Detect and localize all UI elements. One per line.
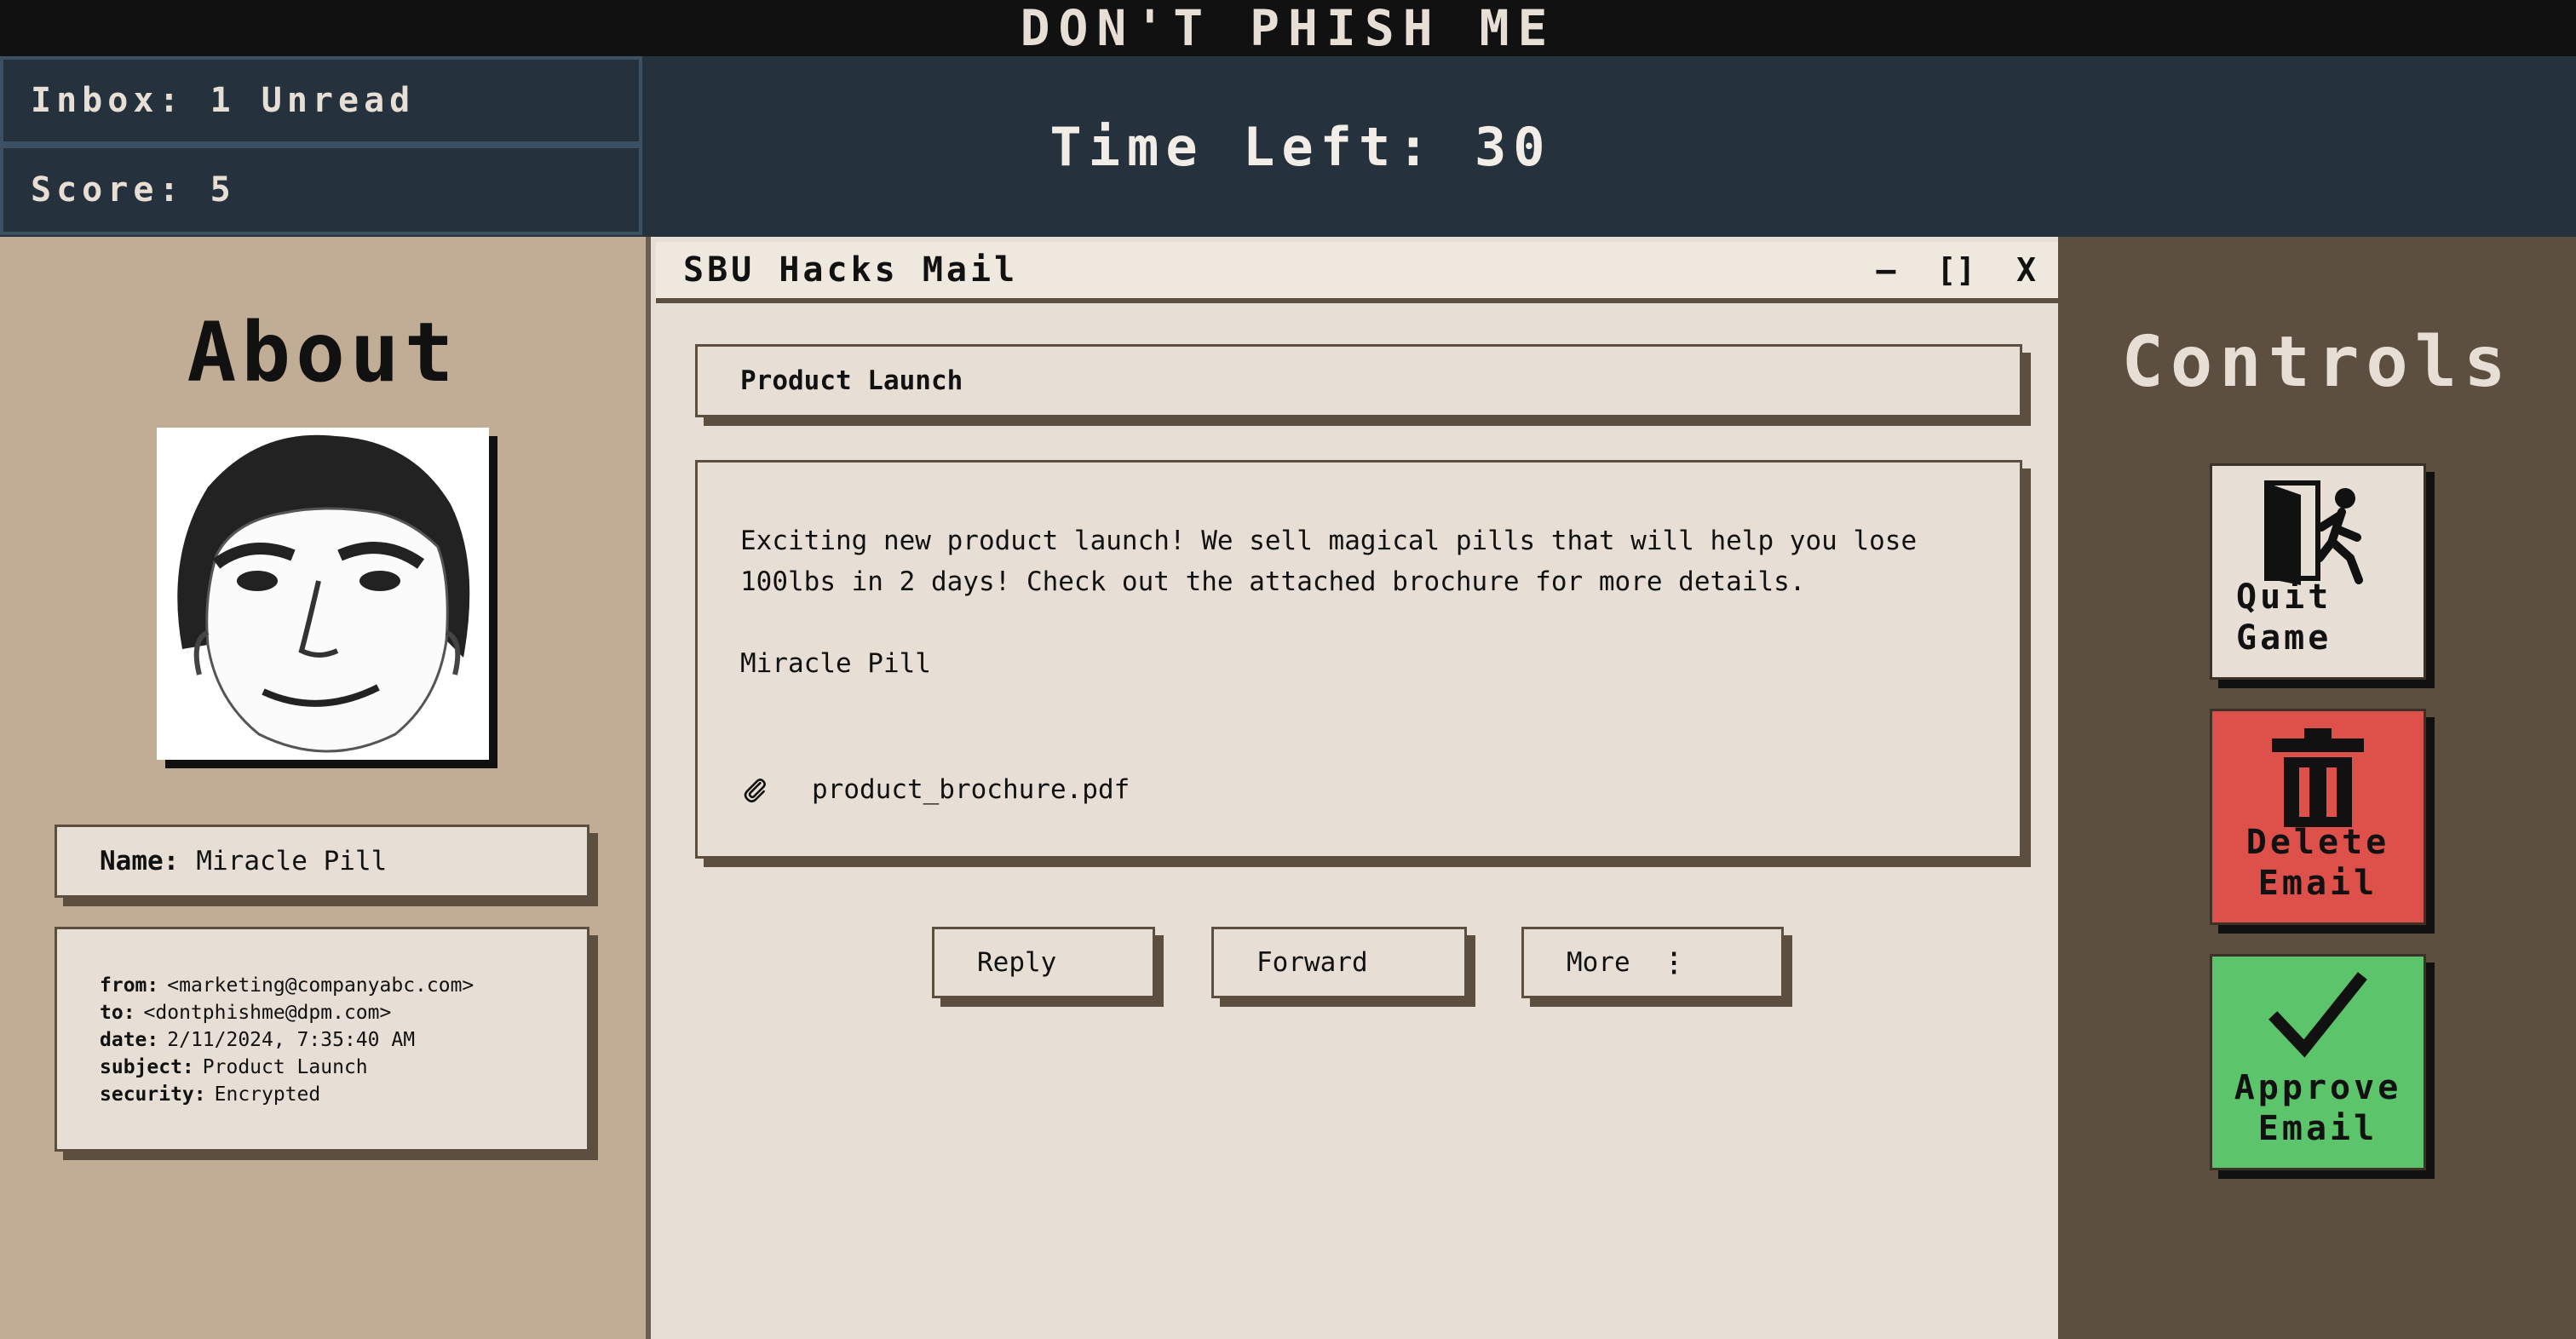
delete-label-line2: Email [2257,864,2378,903]
meta-date-value: 2/11/2024, 7:35:40 AM [167,1029,416,1051]
about-title: About [187,305,459,400]
approve-label-line2: Email [2257,1109,2378,1148]
status-bar: Inbox: 1 Unread Score: 5 Time Left: 30 [0,56,2576,237]
controls-panel: Controls Quit Game Delete Email Approve … [2058,237,2576,1339]
inbox-label: Inbox: 1 Unread [31,81,416,120]
quit-game-label: Quit Game [2212,577,2332,658]
about-panel: About Name: Miracle Pill from: <marketing… [0,237,646,1339]
meta-from-value: <marketing@companyabc.com> [167,974,474,997]
name-label: Name: [100,846,180,876]
meta-to-label: to: [100,1002,135,1024]
email-signature: Miracle Pill [740,648,931,679]
mail-window: SBU Hacks Mail – [] X Product Launch Exc… [646,237,2058,1339]
email-attachment[interactable]: product_brochure.pdf [740,769,1130,810]
approve-email-button[interactable]: Approve Email [2210,954,2426,1170]
more-vertical-icon: ⋮ [1660,947,1688,978]
meta-to-value: <dontphishme@dpm.com> [143,1002,392,1024]
close-button[interactable]: X [2016,251,2036,289]
email-subject: Product Launch [695,344,2022,417]
checkmark-icon [2268,972,2367,1058]
meta-subject-row: subject: Product Launch [100,1054,587,1081]
delete-email-button[interactable]: Delete Email [2210,709,2426,925]
game-title: DON'T PHISH ME [1020,0,1556,57]
score-label: Score: 5 [31,170,236,210]
minimize-button[interactable]: – [1876,251,1895,289]
reply-button[interactable]: Reply [932,927,1155,998]
reply-label: Reply [977,947,1057,978]
approve-label-line1: Approve [2234,1068,2402,1107]
score-counter: Score: 5 [0,145,642,235]
quit-label-line2: Game [2236,618,2332,658]
trash-icon [2272,728,2364,827]
email-body: Exciting new product launch! We sell mag… [695,460,2022,859]
name-value: Miracle Pill [196,846,388,876]
meta-from-label: from: [100,974,159,997]
attachment-filename[interactable]: product_brochure.pdf [812,769,1130,810]
email-body-text: Exciting new product launch! We sell mag… [740,526,1918,597]
game-title-bar: DON'T PHISH ME [0,0,2576,57]
sender-avatar [157,428,489,760]
more-button[interactable]: More ⋮ [1521,927,1784,998]
time-left: Time Left: 30 [642,56,1959,237]
quit-game-button[interactable]: Quit Game [2210,463,2426,680]
maximize-button[interactable]: [] [1936,251,1975,289]
meta-security-row: security: Encrypted [100,1081,587,1108]
email-metadata: from: <marketing@companyabc.com> to: <dont… [55,927,589,1152]
inbox-counter: Inbox: 1 Unread [0,56,642,145]
more-label: More [1567,947,1630,978]
forward-label: Forward [1256,947,1368,978]
sender-name-box: Name: Miracle Pill [55,825,589,898]
mail-window-titlebar: SBU Hacks Mail – [] X [656,242,2058,303]
forward-button[interactable]: Forward [1211,927,1467,998]
exit-door-icon [2264,480,2363,585]
meta-date-row: date: 2/11/2024, 7:35:40 AM [100,1026,587,1054]
meta-subject-value: Product Launch [202,1056,368,1078]
meta-subject-label: subject: [100,1056,194,1078]
meta-from-row: from: <marketing@companyabc.com> [100,972,587,999]
meta-security-value: Encrypted [214,1083,321,1106]
paperclip-icon [744,779,766,803]
timer-label: Time Left: 30 [1049,115,1552,178]
sender-face-image [157,428,489,760]
approve-email-label: Approve Email [2234,1067,2402,1149]
meta-security-label: security: [100,1083,206,1106]
meta-to-row: to: <dontphishme@dpm.com> [100,999,587,1026]
window-controls: – [] X [1876,242,2036,298]
mail-window-title: SBU Hacks Mail [683,250,1019,290]
delete-email-label: Delete Email [2246,822,2390,904]
controls-title: Controls [2121,322,2513,403]
meta-date-label: date: [100,1029,159,1051]
